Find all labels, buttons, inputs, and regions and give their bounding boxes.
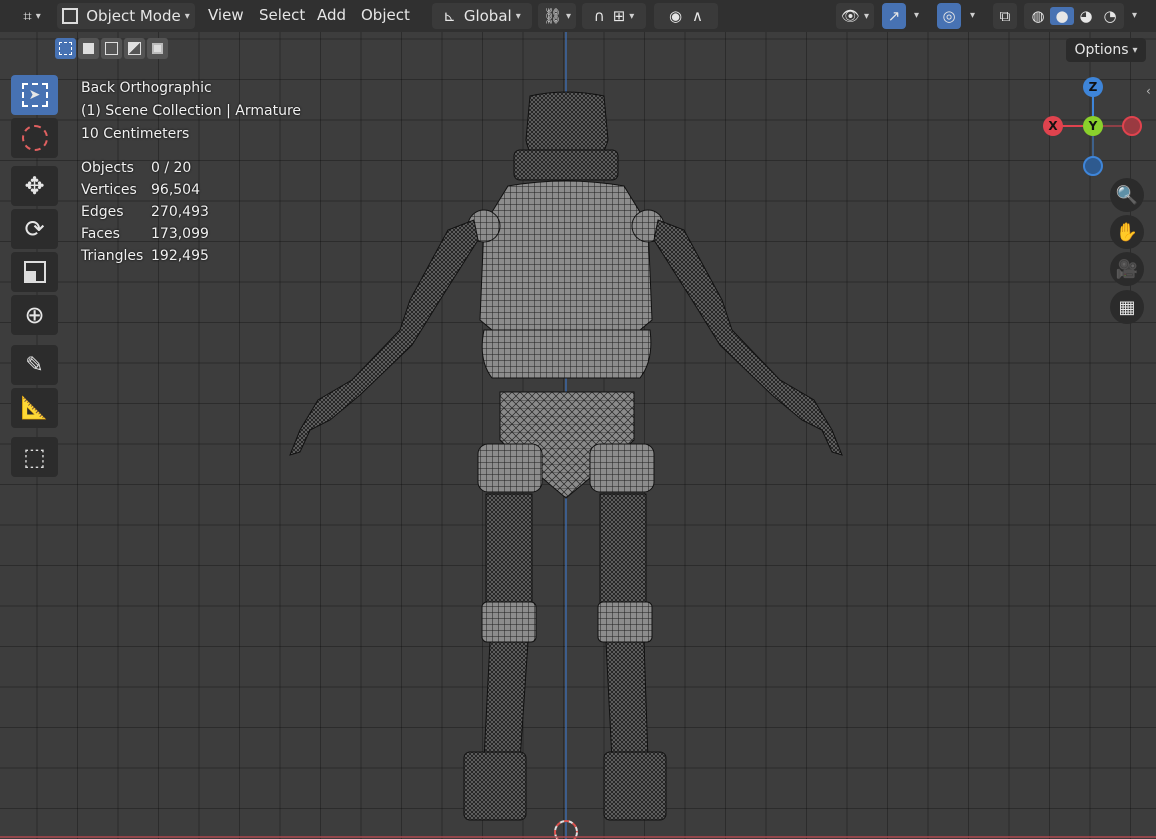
sidebar-toggle-icon[interactable]: ‹	[1146, 84, 1151, 98]
stat-key: Vertices	[81, 182, 137, 198]
stat-value: 0 / 20	[151, 160, 192, 176]
snap-grid-icon: ⊞	[612, 7, 626, 25]
pan-button[interactable]: ✋	[1110, 215, 1144, 249]
stat-row: Objects 0 / 20	[81, 157, 209, 179]
gizmo-toggle[interactable]: ↗	[882, 3, 906, 29]
transform-icon: ⊕	[24, 301, 45, 329]
tool-select-box[interactable]: ➤	[11, 75, 58, 115]
menu-add[interactable]: Add	[317, 6, 346, 24]
grid-scale: 10 Centimeters	[81, 126, 190, 142]
tool-measure[interactable]: 📐	[11, 388, 58, 428]
material-shading-icon[interactable]: ◕	[1074, 7, 1098, 25]
stat-row: Faces 173,099	[81, 223, 209, 245]
tool-add-cube[interactable]: ⬚	[11, 437, 58, 477]
xray-toggle[interactable]: ⧉	[993, 3, 1017, 29]
gizmo-z-axis[interactable]: Z	[1083, 77, 1103, 97]
gizmo-y-axis[interactable]: Y	[1083, 116, 1103, 136]
mode-label: Object Mode	[86, 7, 181, 25]
statistics-overlay: Objects 0 / 20 Vertices 96,504 Edges 270,49…	[81, 157, 209, 267]
menu-object[interactable]: Object	[361, 6, 410, 24]
select-intersect-icon[interactable]	[147, 38, 168, 59]
stat-value: 96,504	[151, 182, 200, 198]
cursor-icon	[21, 125, 48, 151]
select-subtract-icon[interactable]	[101, 38, 122, 59]
grid-editor-icon: ⌗	[23, 7, 32, 25]
ortho-toggle-button[interactable]: ▦	[1110, 290, 1144, 324]
orientation-icon: ⊾	[443, 7, 456, 25]
collection-name: (1) Scene Collection | Armature	[81, 103, 302, 119]
gizmo-x-axis[interactable]: X	[1043, 116, 1063, 136]
add-cube-icon: ⬚	[23, 443, 46, 471]
shading-dropdown[interactable]: ▾	[1132, 10, 1137, 21]
stat-value: 173,099	[151, 226, 209, 242]
stat-key: Faces	[81, 226, 120, 242]
stat-key: Triangles	[81, 248, 144, 264]
options-dropdown[interactable]: Options ▾	[1066, 38, 1146, 62]
proportional-icon: ◉	[668, 7, 683, 25]
object-mode-icon	[62, 8, 79, 24]
menu-view[interactable]: View	[208, 6, 244, 24]
select-invert-icon[interactable]	[124, 38, 145, 59]
gizmo-neg-x-axis[interactable]	[1122, 116, 1142, 136]
options-label: Options	[1074, 42, 1129, 58]
select-box-icon: ➤	[21, 83, 48, 107]
eye-icon: 👁	[840, 7, 860, 25]
solid-shading-icon[interactable]: ●	[1050, 7, 1074, 25]
stat-row: Triangles 192,495	[81, 245, 209, 267]
stat-key: Edges	[81, 204, 124, 220]
stat-key: Objects	[81, 160, 134, 176]
overlays-dropdown[interactable]: ▾	[970, 10, 975, 21]
pivot-point-dropdown[interactable]: ⛓ ▾	[538, 3, 576, 29]
camera-view-button[interactable]: 🎥	[1110, 252, 1144, 286]
xray-icon: ⧉	[999, 7, 1011, 25]
shading-modes: ◍ ● ◕ ◔	[1024, 3, 1124, 29]
tool-transform[interactable]: ⊕	[11, 295, 58, 335]
tool-move[interactable]: ✥	[11, 166, 58, 206]
measure-icon: 📐	[20, 395, 49, 421]
orientation-label: Global	[463, 7, 512, 25]
tool-cursor[interactable]	[11, 118, 58, 158]
visibility-dropdown[interactable]: 👁 ▾	[836, 3, 874, 29]
annotate-icon: ✎	[25, 352, 44, 378]
rendered-shading-icon[interactable]: ◔	[1098, 7, 1122, 25]
gizmo-icon: ↗	[887, 7, 901, 25]
zoom-button[interactable]: 🔍	[1110, 178, 1144, 212]
transform-orientation-dropdown[interactable]: ⊾ Global ▾	[432, 3, 532, 29]
grid-icon: ▦	[1118, 296, 1136, 318]
view-name: Back Orthographic	[81, 80, 212, 96]
link-icon: ⛓	[542, 7, 562, 25]
tool-annotate[interactable]: ✎	[11, 345, 58, 385]
gizmo-neg-z-axis[interactable]	[1083, 156, 1103, 176]
overlays-toggle[interactable]: ◎	[937, 3, 961, 29]
selection-mode-group	[55, 38, 168, 60]
camera-icon: 🎥	[1115, 258, 1139, 280]
viewport-header: ⌗ ▾ Object Mode ▾ View Select Add Object ⊾…	[0, 0, 1156, 32]
select-extend-icon[interactable]	[78, 38, 99, 59]
magnet-icon: ∩	[593, 7, 605, 25]
stat-row: Vertices 96,504	[81, 179, 209, 201]
editor-type-button[interactable]: ⌗ ▾	[14, 3, 50, 29]
tool-rotate[interactable]: ⟳	[11, 209, 58, 249]
zoom-icon: 🔍	[1115, 184, 1139, 206]
wireframe-shading-icon[interactable]: ◍	[1026, 7, 1050, 25]
gizmo-dropdown[interactable]: ▾	[914, 10, 919, 21]
falloff-icon: ∧	[692, 7, 704, 25]
move-icon: ✥	[24, 172, 45, 200]
select-new-icon[interactable]	[55, 38, 76, 59]
scale-icon	[23, 261, 46, 283]
stat-value: 192,495	[151, 248, 209, 264]
stat-value: 270,493	[151, 204, 209, 220]
hand-icon: ✋	[1115, 221, 1139, 243]
stat-row: Edges 270,493	[81, 201, 209, 223]
rotate-icon: ⟳	[24, 215, 45, 243]
overlays-icon: ◎	[942, 7, 956, 25]
menu-select[interactable]: Select	[259, 6, 305, 24]
proportional-editing[interactable]: ◉ ∧	[654, 3, 718, 29]
snap-toggle[interactable]: ∩ ⊞ ▾	[582, 3, 646, 29]
tool-scale[interactable]	[11, 252, 58, 292]
viewport-info-overlay: Back Orthographic (1) Scene Collection |…	[81, 77, 301, 146]
mode-dropdown[interactable]: Object Mode ▾	[57, 3, 195, 29]
